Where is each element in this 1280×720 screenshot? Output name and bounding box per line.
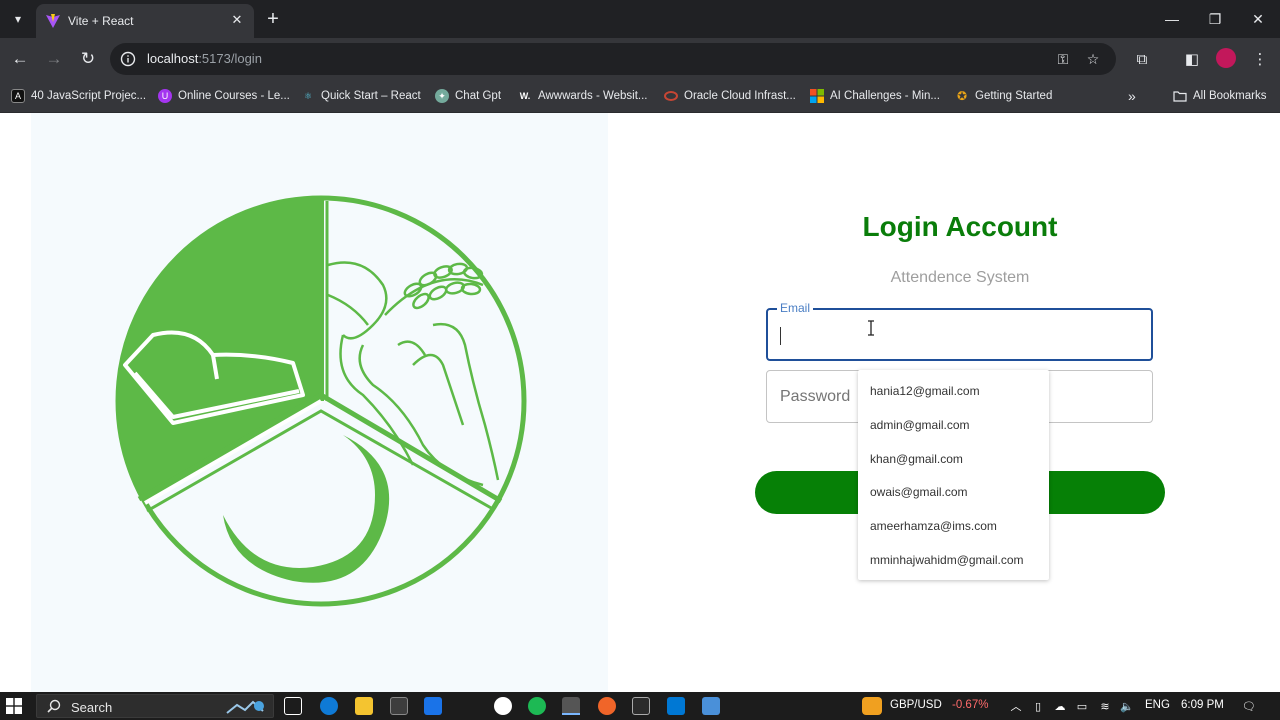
bookmark-favicon-icon: ✪ bbox=[956, 89, 968, 103]
notification-icon[interactable]: 🗨 bbox=[1242, 699, 1256, 713]
bookmark-item[interactable]: W. Awwwards - Websit... bbox=[518, 86, 648, 106]
bookmark-favicon-icon: ⚛ bbox=[303, 90, 313, 101]
email-input[interactable] bbox=[778, 324, 1138, 346]
password-key-icon[interactable]: ⚿ bbox=[1054, 50, 1072, 68]
vscode-icon[interactable] bbox=[667, 697, 685, 715]
all-bookmarks-label: All Bookmarks bbox=[1193, 90, 1267, 102]
email-field[interactable]: Email bbox=[766, 301, 1153, 361]
bookmark-item[interactable]: ⚛ Quick Start – React bbox=[301, 86, 421, 106]
site-info-icon[interactable] bbox=[120, 51, 136, 67]
bookmark-label: Oracle Cloud Infrast... bbox=[684, 90, 796, 102]
currency-ticker-icon bbox=[862, 697, 882, 715]
bookmark-item[interactable]: ✪ Getting Started bbox=[955, 86, 1052, 106]
language-indicator[interactable]: ENG bbox=[1145, 699, 1170, 711]
autocomplete-option[interactable]: khan@gmail.com bbox=[858, 442, 1049, 476]
login-page: Login Account Attendence System Email ha… bbox=[0, 113, 1280, 692]
bookmark-item[interactable]: Oracle Cloud Infrast... bbox=[664, 86, 796, 106]
tab-search-chevron-icon[interactable]: ▾ bbox=[6, 7, 30, 31]
bookmark-label: Awwwards - Websit... bbox=[538, 90, 648, 102]
bookmark-item[interactable]: A 40 JavaScript Projec... bbox=[11, 86, 146, 106]
bookmark-favicon-icon: A bbox=[11, 89, 25, 103]
side-panel-icon[interactable]: ◧ bbox=[1180, 47, 1204, 71]
search-icon bbox=[47, 699, 61, 713]
bookmark-label: AI Challenges - Min... bbox=[830, 90, 940, 102]
logo-panel bbox=[31, 113, 608, 692]
bookmark-item[interactable]: U Online Courses - Le... bbox=[158, 86, 290, 106]
speaker-icon[interactable]: 🔈 bbox=[1120, 699, 1134, 713]
github-desktop-icon[interactable] bbox=[494, 697, 512, 715]
restore-icon[interactable]: ❐ bbox=[1203, 8, 1227, 30]
tab-strip: ▾ Vite + React ✕ + — ❐ ✕ bbox=[0, 0, 1280, 38]
tab-title: Vite + React bbox=[68, 14, 134, 28]
minimize-icon[interactable]: — bbox=[1160, 8, 1184, 30]
login-title: Login Account bbox=[862, 211, 1058, 242]
mail-icon[interactable] bbox=[424, 697, 442, 715]
device-icon[interactable]: ▯ bbox=[1031, 699, 1045, 713]
bookmark-item[interactable]: AI Challenges - Min... bbox=[810, 86, 940, 106]
text-caret bbox=[780, 327, 781, 345]
email-autocomplete-dropdown: hania12@gmail.com admin@gmail.com khan@g… bbox=[858, 370, 1049, 580]
windows-start-icon[interactable] bbox=[6, 698, 22, 714]
address-bar[interactable]: localhost:5173/login ⚿ ☆ bbox=[110, 43, 1116, 75]
bookmark-favicon-icon bbox=[810, 89, 824, 103]
bookmark-label: Getting Started bbox=[975, 90, 1053, 102]
new-tab-icon[interactable]: + bbox=[262, 8, 284, 30]
bookmarks-bar: A 40 JavaScript Projec... U Online Cours… bbox=[0, 80, 1280, 113]
bookmark-favicon-icon bbox=[664, 89, 678, 103]
kebab-menu-icon[interactable]: ⋮ bbox=[1248, 47, 1272, 71]
bookmark-label: Quick Start – React bbox=[321, 90, 421, 102]
ibeam-cursor-icon bbox=[868, 320, 874, 336]
cloud-icon[interactable]: ☁ bbox=[1053, 699, 1067, 713]
vite-favicon-icon bbox=[46, 14, 60, 28]
email-label: Email bbox=[777, 301, 814, 315]
tab-close-icon[interactable]: ✕ bbox=[228, 11, 246, 29]
forward-arrow-icon[interactable]: → bbox=[42, 47, 66, 71]
chrome-icon[interactable] bbox=[562, 697, 580, 715]
autocomplete-option[interactable]: owais@gmail.com bbox=[858, 475, 1049, 509]
bookmark-favicon-icon: W. bbox=[519, 91, 531, 101]
wifi-icon[interactable]: ≋ bbox=[1098, 699, 1112, 713]
folder-icon bbox=[1173, 89, 1187, 103]
login-subtitle: Attendence System bbox=[890, 269, 1030, 286]
bookmark-label: Online Courses - Le... bbox=[178, 90, 290, 102]
attendance-logo-icon bbox=[115, 195, 527, 607]
url-text: localhost:5173/login bbox=[147, 51, 262, 66]
edge-icon[interactable] bbox=[320, 697, 338, 715]
autocomplete-option[interactable]: mminhajwahidm@gmail.com bbox=[858, 543, 1049, 577]
search-label: Search bbox=[71, 700, 113, 715]
autocomplete-option[interactable]: ameerhamza@ims.com bbox=[858, 509, 1049, 543]
autocomplete-option[interactable]: hania12@gmail.com bbox=[858, 374, 1049, 408]
store-icon[interactable] bbox=[390, 697, 408, 715]
snipping-tool-icon[interactable] bbox=[702, 697, 720, 715]
ticker-change: -0.67% bbox=[952, 699, 989, 711]
ticker-symbol[interactable]: GBP/USD bbox=[890, 699, 942, 711]
file-explorer-icon[interactable] bbox=[355, 697, 373, 715]
windows-taskbar: Search GBP/USD -0.67% ︿ ▯ ☁ ▭ ≋ 🔈 ENG 6:… bbox=[0, 692, 1280, 720]
bookmark-favicon-icon: ✦ bbox=[435, 89, 449, 103]
clock[interactable]: 6:09 PM bbox=[1181, 699, 1224, 711]
terminal-icon[interactable] bbox=[632, 697, 650, 715]
autocomplete-option[interactable]: admin@gmail.com bbox=[858, 408, 1049, 442]
back-arrow-icon[interactable]: ← bbox=[8, 47, 32, 71]
spotify-icon[interactable] bbox=[528, 697, 546, 715]
bookmark-label: 40 JavaScript Projec... bbox=[31, 90, 147, 102]
bookmark-star-icon[interactable]: ☆ bbox=[1084, 50, 1102, 68]
bookmark-item[interactable]: ✦ Chat Gpt bbox=[435, 86, 501, 106]
bookmark-label: Chat Gpt bbox=[455, 90, 502, 102]
task-view-icon[interactable] bbox=[284, 697, 302, 715]
browser-toolbar: ← → ↻ localhost:5173/login ⚿ ☆ ⧉ ◧ ⋮ bbox=[0, 38, 1280, 80]
extensions-icon[interactable]: ⧉ bbox=[1130, 47, 1154, 71]
more-bookmarks-chevron-icon[interactable]: » bbox=[1128, 86, 1136, 106]
search-highlight-icon bbox=[226, 700, 264, 714]
browser-tab[interactable]: Vite + React ✕ bbox=[36, 4, 254, 38]
chevron-up-icon[interactable]: ︿ bbox=[1009, 699, 1023, 713]
profile-avatar[interactable] bbox=[1216, 48, 1236, 68]
postman-icon[interactable] bbox=[598, 697, 616, 715]
reload-icon[interactable]: ↻ bbox=[76, 47, 100, 71]
all-bookmarks-button[interactable]: All Bookmarks bbox=[1173, 86, 1267, 106]
close-window-icon[interactable]: ✕ bbox=[1246, 8, 1270, 30]
taskbar-search-box[interactable]: Search bbox=[36, 694, 274, 718]
battery-icon[interactable]: ▭ bbox=[1075, 699, 1089, 713]
bookmark-favicon-icon: U bbox=[158, 89, 172, 103]
